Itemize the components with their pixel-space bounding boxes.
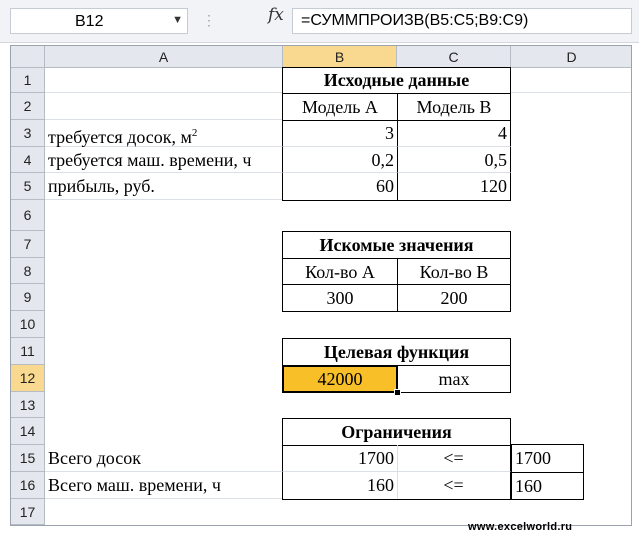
row-header-9[interactable]: 9 (11, 284, 45, 311)
resize-handle-icon[interactable]: ⋮ (202, 12, 217, 29)
cell-b7[interactable]: Искомые значения (282, 231, 511, 259)
name-box-value: B12 (75, 13, 104, 30)
formula-input[interactable]: =СУММПРОИЗВ(B5:C5;B9:C9) (292, 8, 632, 34)
cell-b8[interactable]: Кол-во А (282, 258, 398, 285)
cell-a3-text: требуется досок, м (48, 127, 192, 147)
cell-a4[interactable]: требуется маш. времени, ч (45, 147, 283, 173)
formula-text: =СУММПРОИЗВ(B5:C5;B9:C9) (301, 12, 529, 29)
cell-a15[interactable]: Всего досок (45, 445, 283, 472)
cell-a5[interactable]: прибыль, руб. (45, 173, 283, 200)
cell-b16[interactable]: 160 (282, 472, 398, 500)
row-header-10[interactable]: 10 (11, 311, 45, 338)
cell-c8[interactable]: Кол-во В (397, 258, 511, 285)
cell-b11[interactable]: Целевая функция (282, 338, 511, 366)
column-header-b[interactable]: B (283, 46, 397, 68)
cell-a16[interactable]: Всего маш. времени, ч (45, 472, 283, 499)
row-header-7[interactable]: 7 (11, 231, 45, 258)
column-header-a[interactable]: A (45, 46, 283, 68)
cell-b4[interactable]: 0,2 (282, 147, 398, 173)
cell-a3-superscript: 2 (191, 127, 198, 139)
cell-c2[interactable]: Модель B (397, 93, 511, 121)
row-header-15[interactable]: 15 (11, 445, 45, 472)
row-header-14[interactable]: 14 (11, 418, 45, 445)
cell-d1[interactable] (511, 68, 631, 93)
cell-c5[interactable]: 120 (397, 173, 511, 201)
row-header-1[interactable]: 1 (11, 68, 45, 93)
row-header-16[interactable]: 16 (11, 472, 45, 499)
row-header-5[interactable]: 5 (11, 173, 45, 200)
row-header-3[interactable]: 3 (11, 120, 45, 147)
chevron-down-icon[interactable]: ▼ (172, 14, 183, 26)
cell-b14[interactable]: Ограничения (282, 418, 511, 446)
column-header-d[interactable]: D (511, 46, 631, 68)
cell-c3[interactable]: 4 (397, 120, 511, 147)
cell-d16[interactable]: 160 (511, 472, 584, 500)
cell-b5[interactable]: 60 (282, 173, 398, 201)
cell-b12-selected[interactable]: 42000 (282, 365, 398, 393)
formula-bar: B12 ▼ ⋮ fx =СУММПРОИЗВ(B5:C5;B9:C9) (0, 0, 639, 43)
row-header-4[interactable]: 4 (11, 147, 45, 173)
row-header-17[interactable]: 17 (11, 499, 45, 525)
cell-a3[interactable]: требуется досок, м2 (45, 120, 283, 147)
fill-handle[interactable] (394, 389, 401, 396)
cell-c12[interactable]: max (397, 365, 511, 393)
column-header-c[interactable]: C (397, 46, 511, 68)
cell-b3[interactable]: 3 (282, 120, 398, 147)
cell-b2[interactable]: Модель A (282, 93, 398, 121)
row-header-13[interactable]: 13 (11, 392, 45, 418)
name-box[interactable]: B12 ▼ (10, 8, 188, 34)
cell-c4[interactable]: 0,5 (397, 147, 511, 173)
spreadsheet-grid: A B C D 1 2 3 4 5 6 7 8 9 10 11 12 13 14… (10, 45, 632, 526)
watermark: www.excelworld.ru (468, 521, 573, 533)
row-header-6[interactable]: 6 (11, 200, 45, 231)
select-all-corner[interactable] (11, 46, 45, 68)
cell-b15[interactable]: 1700 (282, 445, 398, 472)
cell-c16[interactable]: <= (397, 472, 511, 500)
fx-icon[interactable]: fx (268, 5, 284, 25)
cell-a2[interactable] (45, 93, 283, 120)
cell-d15[interactable]: 1700 (511, 444, 584, 473)
row-header-12[interactable]: 12 (11, 365, 45, 392)
row-header-11[interactable]: 11 (11, 338, 45, 365)
cell-a1[interactable] (45, 68, 283, 93)
row-header-8[interactable]: 8 (11, 258, 45, 284)
row-header-2[interactable]: 2 (11, 93, 45, 120)
cell-b9[interactable]: 300 (282, 284, 398, 312)
cell-c15[interactable]: <= (397, 445, 511, 472)
cell-b1[interactable]: Исходные данные (282, 67, 511, 94)
cell-c9[interactable]: 200 (397, 284, 511, 312)
